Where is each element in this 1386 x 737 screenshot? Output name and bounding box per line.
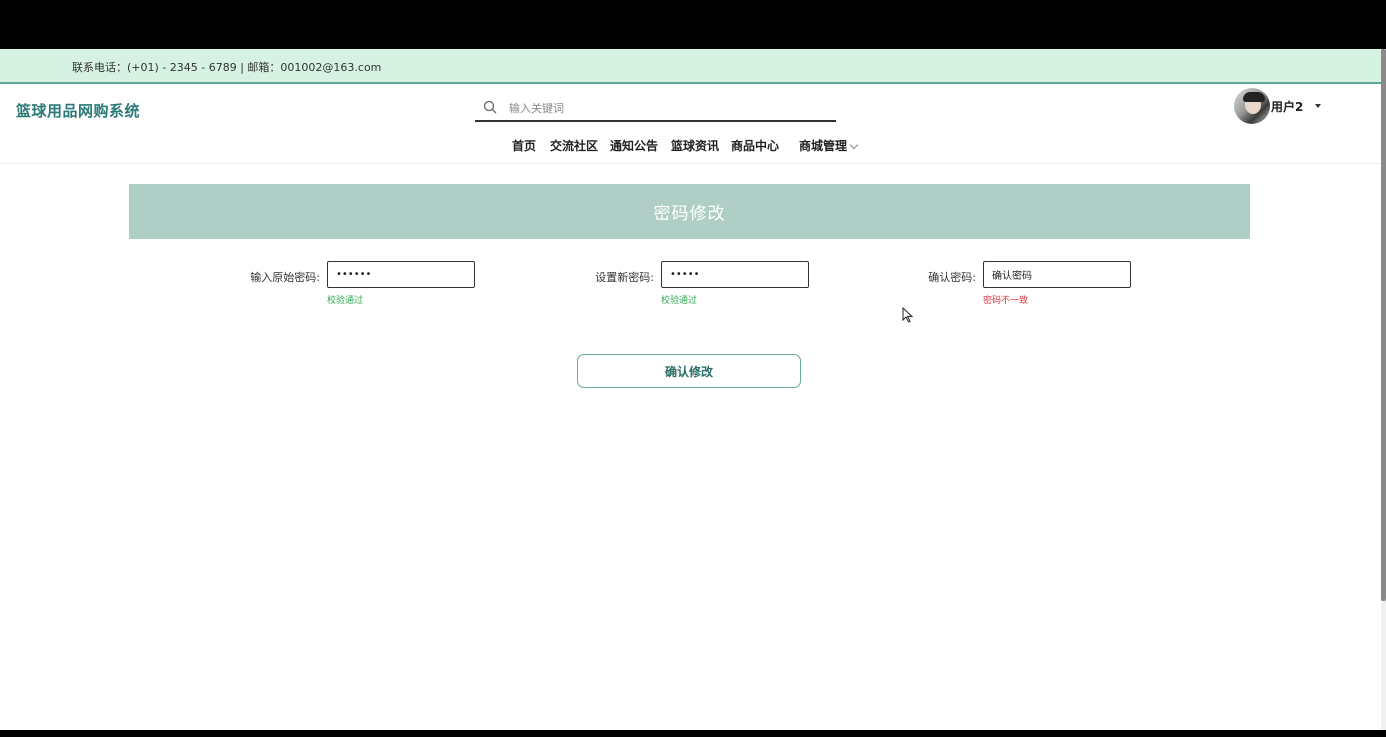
- nav-item-home[interactable]: 首页: [512, 137, 536, 154]
- search-icon[interactable]: [483, 100, 497, 114]
- contact-info: 联系电话：(+01) - 2345 - 6789 | 邮箱：001002@163…: [72, 61, 382, 74]
- site-header: 篮球用品网购系统 用户2 首页 交流社区 通知公告 篮球资讯 商品中心 商城管理: [0, 84, 1381, 164]
- nav-item-mall-management[interactable]: 商城管理: [799, 137, 859, 154]
- confirm-password-input[interactable]: [983, 261, 1131, 288]
- chevron-down-icon: [849, 140, 859, 150]
- page-title: 密码修改: [653, 204, 726, 224]
- new-password-field: 设置新密码: 校验通过: [595, 261, 809, 306]
- confirm-password-field: 确认密码: 密码不一致: [928, 261, 1131, 306]
- nav-item-community[interactable]: 交流社区: [550, 137, 598, 154]
- old-password-field: 输入原始密码: 校验通过: [250, 261, 475, 306]
- browser-viewport: 联系电话：(+01) - 2345 - 6789 | 邮箱：001002@163…: [0, 49, 1386, 730]
- main-nav: 首页 交流社区 通知公告 篮球资讯 商品中心 商城管理: [0, 137, 1381, 157]
- nav-item-news[interactable]: 篮球资讯: [671, 137, 719, 154]
- search-input[interactable]: [509, 99, 819, 117]
- contact-bar: 联系电话：(+01) - 2345 - 6789 | 邮箱：001002@163…: [0, 49, 1381, 84]
- confirm-change-button[interactable]: 确认修改: [577, 354, 801, 388]
- nav-item-mall-management-label: 商城管理: [799, 139, 848, 153]
- confirm-password-status: 密码不一致: [983, 296, 1029, 306]
- site-brand[interactable]: 篮球用品网购系统: [16, 100, 140, 121]
- new-password-label: 设置新密码:: [595, 271, 654, 284]
- old-password-label: 输入原始密码:: [250, 271, 320, 284]
- page-scrollbar[interactable]: [1381, 49, 1386, 730]
- nav-item-notices[interactable]: 通知公告: [610, 137, 658, 154]
- nav-item-products[interactable]: 商品中心: [731, 137, 779, 154]
- caret-down-icon[interactable]: [1315, 104, 1322, 108]
- page-title-banner: 密码修改: [129, 184, 1250, 239]
- avatar-hair: [1243, 92, 1265, 102]
- new-password-status: 校验通过: [661, 296, 698, 306]
- mouse-cursor-icon: [902, 307, 914, 323]
- username[interactable]: 用户2: [1271, 98, 1303, 115]
- avatar[interactable]: [1234, 88, 1270, 124]
- new-password-input[interactable]: [661, 261, 809, 288]
- search-bar: [475, 96, 836, 122]
- scrollbar-thumb[interactable]: [1381, 49, 1386, 601]
- old-password-input[interactable]: [327, 261, 475, 288]
- old-password-status: 校验通过: [327, 296, 364, 306]
- user-menu[interactable]: 用户2: [1234, 88, 1322, 124]
- confirm-password-label: 确认密码:: [928, 271, 976, 284]
